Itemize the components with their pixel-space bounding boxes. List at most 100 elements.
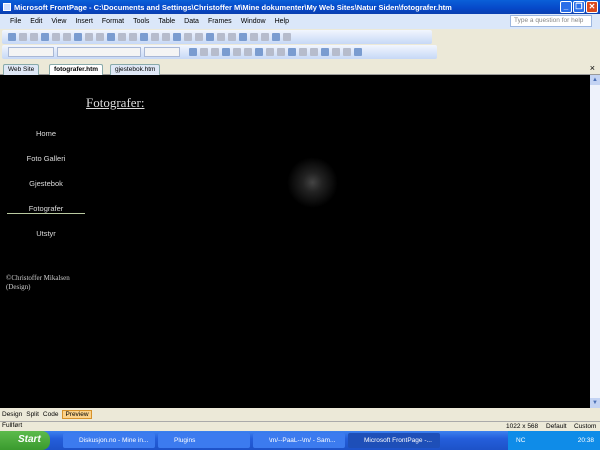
task-diskusjon[interactable]: Diskusjon.no - Mine in... <box>63 433 155 448</box>
cut-icon[interactable] <box>107 33 115 41</box>
menu-help[interactable]: Help <box>275 18 289 25</box>
align-left-icon[interactable] <box>222 48 230 56</box>
publish-icon[interactable] <box>52 33 60 41</box>
stop-icon[interactable] <box>250 33 258 41</box>
spelling-icon[interactable] <box>96 33 104 41</box>
schema-custom[interactable]: Custom <box>574 423 596 430</box>
undo-icon[interactable] <box>151 33 159 41</box>
copyright-line: ©Christoffer Mikalsen <box>6 274 70 282</box>
format-painter-icon[interactable] <box>140 33 148 41</box>
italic-icon[interactable] <box>200 48 208 56</box>
underline-icon[interactable] <box>211 48 219 56</box>
status-bar: Fullført 1022 x 568 Default Custom <box>0 421 600 431</box>
formatting-toolbar <box>2 45 437 59</box>
system-tray: NC 20:38 <box>508 431 600 450</box>
clock: 20:38 <box>577 437 594 444</box>
bullets-icon[interactable] <box>299 48 307 56</box>
close-document-button[interactable]: × <box>590 63 595 73</box>
increase-indent-icon[interactable] <box>321 48 329 56</box>
active-nav-underline <box>7 213 85 214</box>
menu-table[interactable]: Table <box>158 18 175 25</box>
view-tabs: Design Split Code Preview <box>0 409 600 420</box>
window-title: Microsoft FrontPage - C:\Documents and S… <box>14 2 452 12</box>
start-button[interactable]: Start <box>0 431 50 450</box>
paste-icon[interactable] <box>129 33 137 41</box>
frontpage-app-icon <box>3 3 11 11</box>
style-dropdown[interactable] <box>8 47 54 57</box>
justify-icon[interactable] <box>255 48 263 56</box>
view-preview-tab[interactable]: Preview <box>62 410 92 419</box>
picture-icon[interactable] <box>206 33 214 41</box>
task-paal[interactable]: \m/--PaaL--\m/ - Sam... <box>253 433 345 448</box>
nav-link-fotografer[interactable]: Fotografer <box>6 204 86 213</box>
menu-view[interactable]: View <box>51 18 66 25</box>
print-icon[interactable] <box>74 33 82 41</box>
status-text: Fullført <box>2 422 23 429</box>
bold-icon[interactable] <box>189 48 197 56</box>
menu-tools[interactable]: Tools <box>133 18 149 25</box>
font-size-dropdown[interactable] <box>144 47 180 57</box>
search-icon[interactable] <box>41 33 49 41</box>
menu-data[interactable]: Data <box>184 18 199 25</box>
page-size: 1022 x 568 <box>506 423 539 430</box>
refresh-icon[interactable] <box>239 33 247 41</box>
menu-window[interactable]: Window <box>241 18 266 25</box>
help-icon[interactable] <box>283 33 291 41</box>
title-bar: Microsoft FrontPage - C:\Documents and S… <box>0 0 600 14</box>
font-dropdown[interactable] <box>57 47 141 57</box>
tab-fotografer[interactable]: fotografer.htm <box>49 64 104 75</box>
align-right-icon[interactable] <box>244 48 252 56</box>
nav-link-gjestebok[interactable]: Gjestebok <box>6 179 86 188</box>
font-color-icon[interactable] <box>354 48 362 56</box>
decrease-font-icon[interactable] <box>277 48 285 56</box>
anchor-icon[interactable] <box>272 33 280 41</box>
nav-link-home[interactable]: Home <box>6 129 86 138</box>
help-search-input[interactable]: Type a question for help <box>510 15 592 27</box>
show-all-icon[interactable] <box>261 33 269 41</box>
schema-default[interactable]: Default <box>546 423 567 430</box>
view-split-tab[interactable]: Split <box>26 411 39 418</box>
layer-icon[interactable] <box>195 33 203 41</box>
menu-file[interactable]: File <box>10 18 21 25</box>
vertical-scrollbar[interactable]: ▲ ▼ <box>590 75 600 408</box>
maximize-button[interactable]: ❐ <box>573 1 585 13</box>
web-component-icon[interactable] <box>63 33 71 41</box>
menu-insert[interactable]: Insert <box>75 18 93 25</box>
menu-format[interactable]: Format <box>102 18 124 25</box>
scroll-up-icon[interactable]: ▲ <box>590 75 600 85</box>
new-icon[interactable] <box>8 33 16 41</box>
borders-icon[interactable] <box>332 48 340 56</box>
copyright-text: ©Christoffer Mikalsen (Design) <box>6 274 70 292</box>
nav-link-foto-galleri[interactable]: Foto Galleri <box>6 154 86 163</box>
menu-frames[interactable]: Frames <box>208 18 232 25</box>
minimize-button[interactable]: _ <box>560 1 572 13</box>
copy-icon[interactable] <box>118 33 126 41</box>
center-icon[interactable] <box>233 48 241 56</box>
web-component-insert-icon[interactable] <box>173 33 181 41</box>
tab-gjestebok[interactable]: gjestebok.htm <box>110 64 161 75</box>
open-icon[interactable] <box>19 33 27 41</box>
redo-icon[interactable] <box>162 33 170 41</box>
close-button[interactable]: ✕ <box>586 1 598 13</box>
decrease-indent-icon[interactable] <box>310 48 318 56</box>
scroll-down-icon[interactable]: ▼ <box>590 398 600 408</box>
increase-font-icon[interactable] <box>266 48 274 56</box>
page-preview: Fotografer: Home Foto Galleri Gjestebok … <box>0 75 590 408</box>
numbering-icon[interactable] <box>288 48 296 56</box>
task-frontpage[interactable]: Microsoft FrontPage -... <box>348 433 440 448</box>
standard-toolbar <box>2 30 432 44</box>
nav-link-utstyr[interactable]: Utstyr <box>6 229 86 238</box>
copyright-design: (Design) <box>6 283 31 291</box>
hyperlink-icon[interactable] <box>228 33 236 41</box>
view-code-tab[interactable]: Code <box>43 411 59 418</box>
tab-web-site[interactable]: Web Site <box>3 64 40 75</box>
drawing-icon[interactable] <box>217 33 225 41</box>
view-design-tab[interactable]: Design <box>2 411 22 418</box>
table-icon[interactable] <box>184 33 192 41</box>
language-indicator[interactable]: NC <box>516 437 525 444</box>
save-icon[interactable] <box>30 33 38 41</box>
menu-edit[interactable]: Edit <box>30 18 42 25</box>
task-plugins[interactable]: Plugins <box>158 433 250 448</box>
highlight-icon[interactable] <box>343 48 351 56</box>
print-preview-icon[interactable] <box>85 33 93 41</box>
